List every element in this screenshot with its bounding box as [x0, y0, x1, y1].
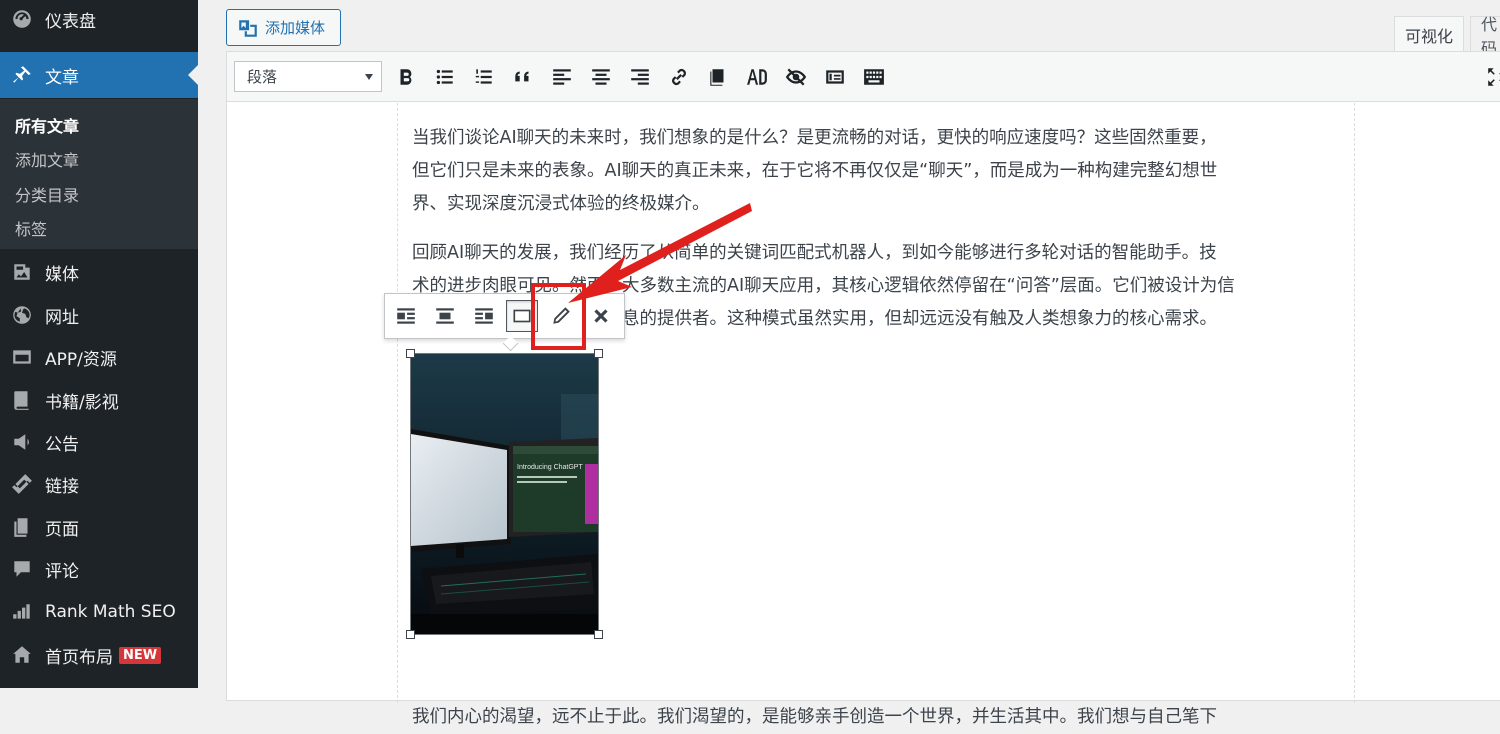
book-icon: [9, 388, 35, 412]
menu-label: 文章: [45, 67, 79, 88]
comment-icon: [9, 557, 35, 581]
menu-label: Rank Math SEO: [45, 602, 176, 622]
link-icon: [9, 472, 35, 496]
image-align-center-icon[interactable]: [429, 300, 461, 332]
menu-item-app[interactable]: APP/资源: [0, 339, 198, 375]
image-monitors: Introducing ChatGPT: [411, 354, 598, 634]
format-select[interactable]: 段落: [234, 61, 382, 92]
menu-item-posts[interactable]: 文章: [0, 52, 198, 98]
align-right-icon[interactable]: [626, 63, 654, 91]
megaphone-icon: [9, 430, 35, 454]
resize-handle[interactable]: [406, 630, 415, 639]
editor-toolbar: 段落: [227, 52, 1500, 102]
align-center-icon[interactable]: [587, 63, 615, 91]
globe-icon: [9, 303, 35, 327]
hide-icon[interactable]: [782, 63, 810, 91]
resize-handle[interactable]: [594, 630, 603, 639]
menu-item-comments[interactable]: 评论: [0, 551, 198, 587]
paragraph-3[interactable]: 我们内心的渴望，远不止于此。我们渴望的，是能够亲手创造一个世界，并生活其中。我们…: [412, 701, 1342, 734]
menu-label: 媒体: [45, 264, 79, 285]
keyboard-icon[interactable]: [860, 63, 888, 91]
page-icon: [9, 515, 35, 539]
media-icon: [239, 19, 257, 37]
menu-label: 仪表盘: [45, 11, 96, 32]
menu-item-sites[interactable]: 网址: [0, 297, 198, 333]
menu-label: 评论: [45, 561, 79, 582]
window-icon: [9, 345, 35, 369]
text-line: 回顾AI聊天的发展，我们经历了从简单的关键词匹配式机器人，到如今能够进行多轮对话…: [412, 243, 1217, 263]
selected-image[interactable]: Introducing ChatGPT: [406, 349, 603, 639]
ad-icon[interactable]: [743, 63, 771, 91]
menu-item-home-layout[interactable]: 首页布局 NEW: [0, 637, 198, 673]
new-badge: NEW: [119, 646, 162, 664]
menu-label: 页面: [45, 519, 79, 540]
format-select-value: 段落: [247, 68, 278, 86]
submenu-categories[interactable]: 分类目录: [15, 182, 79, 206]
add-media-button[interactable]: 添加媒体: [226, 9, 341, 46]
chart-icon: [9, 600, 35, 624]
tab-code[interactable]: 代码: [1470, 15, 1500, 58]
menu-item-dashboard[interactable]: 仪表盘: [0, 1, 198, 37]
red-arrow-annotation: [568, 203, 752, 303]
menu-label: 首页布局: [45, 647, 113, 668]
paragraph-1[interactable]: 当我们谈论AI聊天的未来时，我们想象的是什么？是更流畅的对话，更快的响应速度吗？…: [412, 122, 1342, 221]
shortcode-icon[interactable]: [821, 63, 849, 91]
image-caption-text: Introducing ChatGPT: [517, 464, 583, 471]
media-icon: [9, 260, 35, 284]
read-more-icon[interactable]: [704, 63, 732, 91]
bold-icon[interactable]: [392, 63, 420, 91]
bullet-list-icon[interactable]: [431, 63, 459, 91]
image-align-left-icon[interactable]: [390, 300, 422, 332]
menu-item-links[interactable]: 链接: [0, 466, 198, 502]
chevron-down-icon: [365, 74, 373, 80]
fullscreen-icon[interactable]: [1483, 63, 1500, 91]
align-left-icon[interactable]: [548, 63, 576, 91]
menu-label: 网址: [45, 307, 79, 328]
menu-item-pages[interactable]: 页面: [0, 509, 198, 545]
admin-sidebar: 仪表盘 文章 所有文章 添加文章 分类目录 标签 媒体 网址 APP/资源 书籍…: [0, 0, 198, 688]
menu-item-media[interactable]: 媒体: [0, 254, 198, 290]
pin-icon: [9, 63, 35, 87]
submenu-add-post[interactable]: 添加文章: [15, 147, 79, 171]
home-icon: [9, 643, 35, 667]
posts-submenu: 所有文章 添加文章 分类目录 标签: [0, 99, 198, 249]
text-line: 当我们谈论AI聊天的未来时，我们想象的是什么？是更流畅的对话，更快的响应速度吗？…: [412, 128, 1217, 148]
menu-label: APP/资源: [45, 349, 117, 370]
text-line: 但它们只是未来的表象。AI聊天的真正未来，在于它将不再仅仅是“聊天”，而是成为一…: [412, 161, 1218, 181]
menu-item-notice[interactable]: 公告: [0, 424, 198, 460]
tab-visual[interactable]: 可视化: [1394, 16, 1464, 52]
submenu-tags[interactable]: 标签: [15, 216, 47, 240]
menu-label: 链接: [45, 476, 79, 497]
blockquote-icon[interactable]: [509, 63, 537, 91]
image-align-right-icon[interactable]: [468, 300, 500, 332]
menu-item-books[interactable]: 书籍/影视: [0, 382, 198, 418]
resize-handle[interactable]: [406, 349, 415, 358]
dashboard-icon: [9, 7, 35, 31]
resize-handle[interactable]: [594, 349, 603, 358]
link-icon[interactable]: [665, 63, 693, 91]
menu-label: 公告: [45, 434, 79, 455]
submenu-all-posts[interactable]: 所有文章: [15, 113, 79, 137]
numbered-list-icon[interactable]: [470, 63, 498, 91]
text-line: 界、实现深度沉浸式体验的终极媒介。: [412, 194, 710, 214]
menu-label: 书籍/影视: [45, 392, 119, 413]
add-media-label: 添加媒体: [265, 19, 326, 37]
menu-item-rank-math[interactable]: Rank Math SEO: [0, 594, 198, 630]
